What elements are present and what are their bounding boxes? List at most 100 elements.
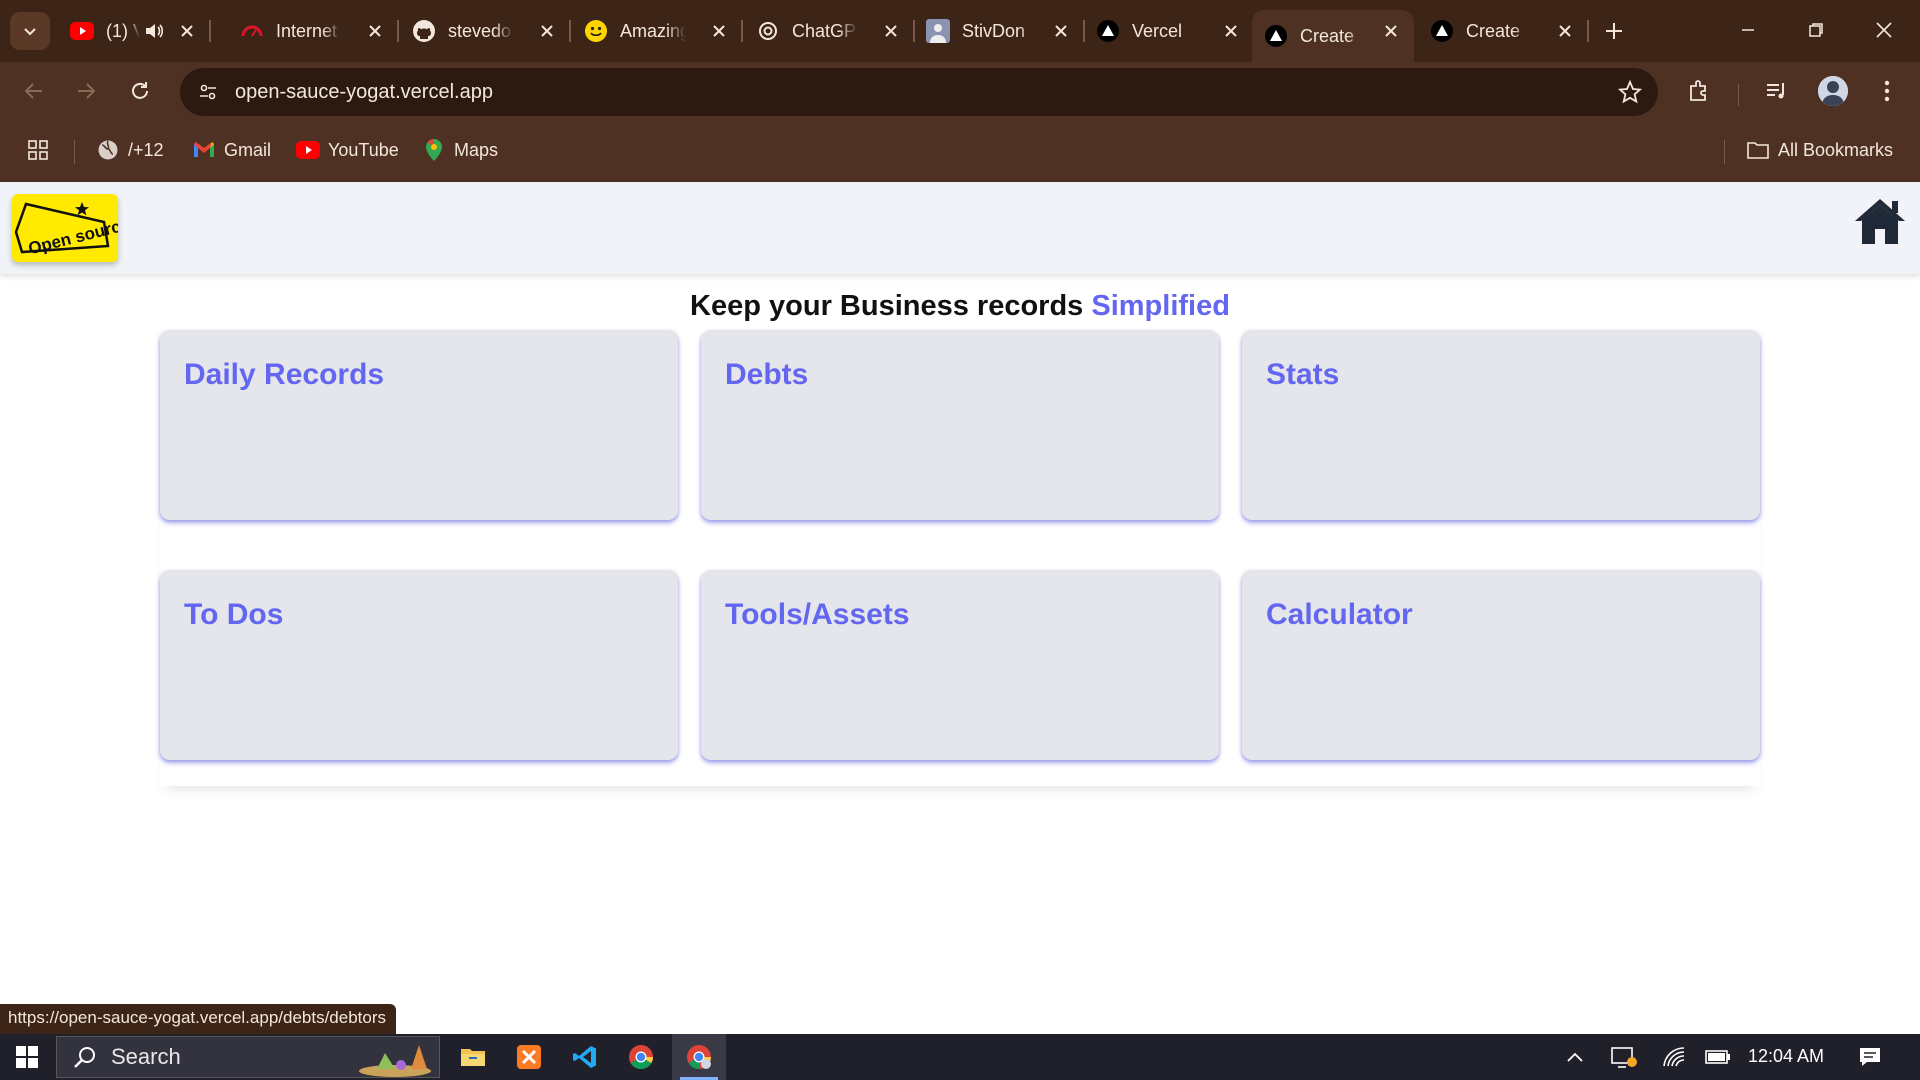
- bookmark-label: Gmail: [224, 139, 272, 160]
- reload-button[interactable]: [122, 73, 158, 109]
- battery-icon[interactable]: [1700, 1034, 1736, 1080]
- open-source-logo[interactable]: Open source: [12, 194, 132, 262]
- security-alert-icon[interactable]: [1606, 1034, 1642, 1080]
- bookmark-item[interactable]: YouTube: [296, 136, 399, 164]
- taskbar-search[interactable]: Search: [56, 1036, 440, 1078]
- media-control-icon[interactable]: [1760, 74, 1794, 108]
- close-tab-icon[interactable]: [708, 20, 730, 42]
- logo-text: Open source: [26, 215, 118, 259]
- card-calculator[interactable]: Calculator: [1242, 570, 1760, 760]
- chrome-profile-icon[interactable]: [672, 1034, 726, 1080]
- close-tab-icon[interactable]: [1050, 20, 1072, 42]
- wifi-icon[interactable]: [1656, 1034, 1692, 1080]
- minimize-button[interactable]: [1726, 12, 1770, 48]
- card-title: Calculator: [1266, 598, 1413, 631]
- page-title: Keep your Business records Simplified: [0, 290, 1920, 323]
- tab-title: stevedo: [448, 20, 512, 41]
- tab-title: Create: [1300, 25, 1355, 46]
- tab-title: Amazing: [620, 20, 686, 41]
- address-bar[interactable]: open-sauce-yogat.vercel.app: [180, 68, 1658, 116]
- browser-toolbar: open-sauce-yogat.vercel.app: [0, 62, 1920, 120]
- bookmark-label: YouTube: [328, 139, 399, 160]
- tab-title: Create: [1466, 20, 1521, 41]
- vercel-icon: [1264, 24, 1288, 48]
- close-tab-icon[interactable]: [880, 20, 902, 42]
- close-tab-icon[interactable]: [176, 20, 198, 42]
- tab-title: StivDon: [962, 20, 1026, 41]
- vscode-icon[interactable]: [558, 1034, 612, 1080]
- back-button[interactable]: [16, 73, 52, 109]
- card-title: To Dos: [184, 598, 284, 631]
- browser-tab[interactable]: Create: [1418, 10, 1589, 52]
- github-icon: [412, 19, 436, 43]
- close-tab-icon[interactable]: [364, 20, 386, 42]
- taskbar-clock[interactable]: 12:04 AM: [1748, 1046, 1824, 1067]
- browser-tab-active[interactable]: Create: [1252, 10, 1414, 62]
- home-icon[interactable]: [1852, 196, 1908, 246]
- tab-title: ChatGP: [792, 20, 857, 41]
- start-button[interactable]: [0, 1034, 54, 1080]
- apps-button[interactable]: [26, 136, 58, 164]
- link-status-bubble: https://open-sauce-yogat.vercel.app/debt…: [0, 1004, 397, 1034]
- card-daily-records[interactable]: Daily Records: [160, 330, 678, 520]
- show-hidden-icons-chevron-up-icon[interactable]: [1560, 1034, 1590, 1080]
- arrow-right-icon: [78, 83, 96, 99]
- card-title: Tools/Assets: [725, 598, 910, 631]
- bookmarks-divider: [74, 140, 75, 164]
- smiley-icon: [584, 19, 608, 43]
- more-menu-icon[interactable]: [1870, 74, 1904, 108]
- profile-avatar[interactable]: [1818, 76, 1848, 106]
- card-tools-assets[interactable]: Tools/Assets: [701, 570, 1219, 760]
- restore-icon: [1809, 23, 1823, 37]
- browser-tab[interactable]: StivDon: [914, 10, 1085, 52]
- bookmark-label: Maps: [454, 139, 499, 160]
- extensions-icon[interactable]: [1682, 74, 1716, 108]
- url-text[interactable]: open-sauce-yogat.vercel.app: [235, 81, 493, 104]
- bookmark-item[interactable]: /+12: [96, 136, 164, 164]
- profile-icon: [926, 19, 950, 43]
- speaker-icon[interactable]: [144, 22, 164, 40]
- tab-search-button[interactable]: [10, 12, 50, 50]
- restore-button[interactable]: [1794, 12, 1838, 48]
- browser-tab[interactable]: stevedo: [400, 10, 571, 52]
- xampp-icon[interactable]: [502, 1034, 556, 1080]
- tab-title: Vercel: [1132, 20, 1183, 41]
- bookmark-item[interactable]: Gmail: [192, 136, 271, 164]
- title-accent: Simplified: [1091, 290, 1230, 322]
- tab-divider: [741, 20, 743, 42]
- bookmark-item[interactable]: Maps: [422, 136, 498, 164]
- browser-tab[interactable]: ChatGP: [744, 10, 915, 52]
- tab-title: (1) V: [106, 20, 140, 41]
- arrow-left-icon: [24, 83, 42, 99]
- search-icon: [74, 1047, 95, 1068]
- card-title: Debts: [725, 358, 809, 391]
- bookmark-star-icon[interactable]: [1616, 78, 1644, 106]
- close-tab-icon[interactable]: [1554, 20, 1576, 42]
- card-stats[interactable]: Stats: [1242, 330, 1760, 520]
- browser-tab[interactable]: Vercel: [1084, 10, 1254, 52]
- apps-grid-icon: [26, 138, 50, 162]
- close-window-button[interactable]: [1862, 12, 1906, 48]
- chrome-icon[interactable]: [614, 1034, 668, 1080]
- close-tab-icon[interactable]: [1380, 20, 1402, 42]
- browser-tab[interactable]: (1) V: [58, 10, 211, 52]
- card-debts[interactable]: Debts: [701, 330, 1219, 520]
- browser-tab[interactable]: Amazing: [572, 10, 743, 52]
- site-info-icon[interactable]: [190, 74, 226, 110]
- all-bookmarks-button[interactable]: All Bookmarks: [1746, 136, 1893, 164]
- tab-divider: [569, 20, 571, 42]
- new-tab-button[interactable]: [1596, 14, 1632, 48]
- close-tab-icon[interactable]: [536, 20, 558, 42]
- bookmark-label: /+12: [128, 139, 164, 160]
- close-tab-icon[interactable]: [1220, 20, 1242, 42]
- notifications-icon[interactable]: [1850, 1034, 1890, 1080]
- browser-tab[interactable]: Internet: [228, 10, 399, 52]
- chatgpt-icon: [756, 19, 780, 43]
- file-explorer-icon[interactable]: [446, 1034, 500, 1080]
- card-to-dos[interactable]: To Dos: [160, 570, 678, 760]
- browser-tab-strip: (1) V Internet stevedo Amazing ChatGP St…: [0, 0, 1920, 62]
- windows-logo-icon: [16, 1046, 38, 1068]
- forward-button[interactable]: [68, 73, 104, 109]
- tab-divider: [209, 20, 211, 42]
- vercel-icon: [1430, 19, 1454, 43]
